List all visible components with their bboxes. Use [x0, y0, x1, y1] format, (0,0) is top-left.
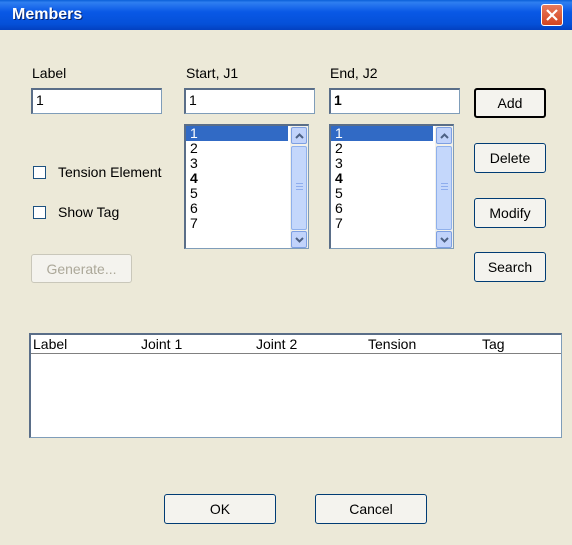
show-tag-checkbox[interactable]: Show Tag: [33, 204, 119, 220]
chevron-down-icon: [294, 236, 304, 243]
list-item[interactable]: 3: [331, 156, 433, 171]
column-header-joint-2[interactable]: Joint 2: [256, 335, 297, 353]
column-header-tag[interactable]: Tag: [482, 335, 505, 353]
end-j2-items: 1 2 3 4 5 6 7: [331, 126, 433, 231]
list-item[interactable]: 7: [186, 216, 288, 231]
ok-button-label: OK: [209, 501, 231, 517]
delete-button[interactable]: Delete: [474, 143, 546, 173]
column-header-label[interactable]: Label: [33, 335, 67, 353]
list-item[interactable]: 5: [186, 186, 288, 201]
show-tag-box[interactable]: [33, 205, 46, 219]
list-item[interactable]: 6: [331, 201, 433, 216]
column-header-tension[interactable]: Tension: [368, 335, 416, 353]
start-j1-listbox[interactable]: 1 2 3 4 5 6 7: [184, 124, 309, 249]
start-j1-items: 1 2 3 4 5 6 7: [186, 126, 288, 231]
title-bar[interactable]: Members: [0, 0, 572, 30]
chevron-up-icon: [294, 132, 304, 139]
list-item[interactable]: 6: [186, 201, 288, 216]
list-item[interactable]: 1: [331, 126, 433, 141]
list-item[interactable]: 2: [331, 141, 433, 156]
list-item[interactable]: 4: [331, 171, 433, 186]
cancel-button[interactable]: Cancel: [315, 494, 427, 524]
list-item[interactable]: 4: [186, 171, 288, 186]
generate-button-label: Generate...: [46, 260, 117, 277]
window-title: Members: [12, 6, 83, 23]
label-input[interactable]: 1: [31, 88, 162, 114]
cancel-button-label: Cancel: [349, 501, 393, 517]
list-item[interactable]: 2: [186, 141, 288, 156]
list-item[interactable]: 3: [186, 156, 288, 171]
list-item[interactable]: 7: [331, 216, 433, 231]
search-button[interactable]: Search: [474, 252, 546, 282]
tension-element-label: Tension Element: [58, 164, 162, 180]
list-item[interactable]: 1: [186, 126, 288, 141]
start-j1-scrollbar[interactable]: [290, 126, 308, 248]
scroll-down-button[interactable]: [291, 231, 307, 248]
members-table[interactable]: Label Joint 1 Joint 2 Tension Tag: [29, 333, 562, 438]
scroll-thumb[interactable]: [436, 146, 452, 230]
tension-element-checkbox[interactable]: Tension Element: [33, 164, 162, 180]
list-item[interactable]: 5: [331, 186, 433, 201]
start-j1-input[interactable]: 1: [184, 88, 315, 114]
scroll-thumb[interactable]: [291, 146, 307, 230]
delete-button-label: Delete: [489, 150, 531, 166]
modify-button-label: Modify: [489, 205, 531, 221]
scroll-up-button[interactable]: [291, 127, 307, 144]
show-tag-label: Show Tag: [58, 204, 120, 220]
column-header-joint-1[interactable]: Joint 1: [141, 335, 182, 353]
members-dialog: Members Label Start, J1 End, J2 1 1 1 Ad…: [0, 0, 572, 545]
table-header: Label Joint 1 Joint 2 Tension Tag: [31, 335, 561, 354]
search-button-label: Search: [487, 259, 533, 275]
add-button[interactable]: Add: [474, 88, 546, 118]
end-j2-listbox[interactable]: 1 2 3 4 5 6 7: [329, 124, 454, 249]
ok-button[interactable]: OK: [164, 494, 276, 524]
scroll-down-button[interactable]: [436, 231, 452, 248]
label-caption: Label: [32, 65, 67, 81]
tension-element-box[interactable]: [33, 165, 46, 179]
close-button[interactable]: [541, 4, 563, 26]
chevron-up-icon: [439, 132, 449, 139]
end-j2-scrollbar[interactable]: [435, 126, 453, 248]
end-j2-caption: End, J2: [330, 65, 378, 81]
modify-button[interactable]: Modify: [474, 198, 546, 228]
chevron-down-icon: [439, 236, 449, 243]
end-j2-input[interactable]: 1: [329, 88, 460, 114]
add-button-label: Add: [497, 95, 523, 111]
generate-button: Generate...: [31, 254, 132, 283]
close-icon: [546, 9, 558, 21]
scroll-up-button[interactable]: [436, 127, 452, 144]
start-j1-caption: Start, J1: [186, 65, 239, 81]
